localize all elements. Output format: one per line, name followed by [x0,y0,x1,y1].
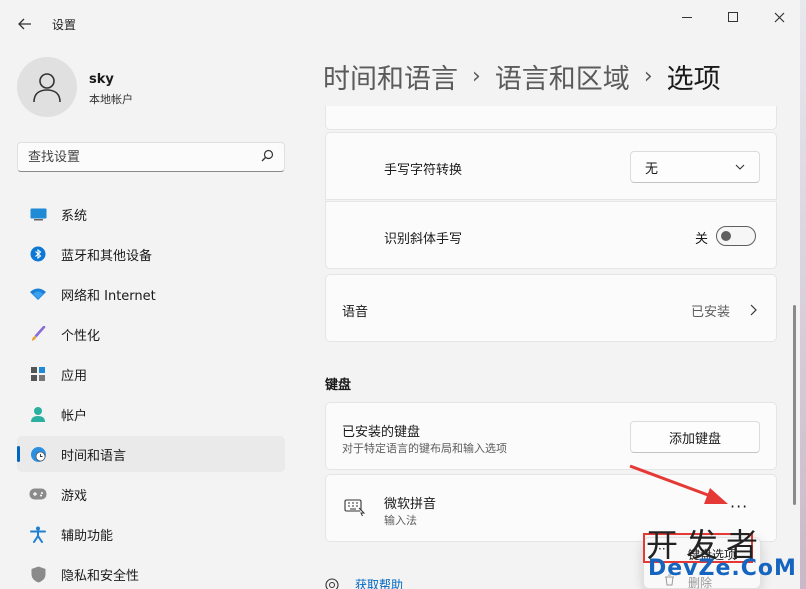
account-type: 本地帐户 [89,93,133,106]
sidebar-item-personalization[interactable]: 个性化 [17,316,285,352]
handwriting-convert-label: 手写字符转换 [384,163,463,178]
breadcrumb-separator: › [643,63,653,89]
handwriting-convert-card: 手写字符转换 无 [325,132,777,200]
speech-card[interactable]: 语音 已安装 [325,274,777,342]
bluetooth-icon [29,245,47,263]
handwriting-convert-dropdown[interactable]: 无 [630,151,760,183]
page-title: 选项 [666,63,721,95]
chevron-right-icon [750,304,757,316]
monitor-icon [29,205,47,223]
sidebar-item-bluetooth[interactable]: 蓝牙和其他设备 [17,236,285,272]
globe-clock-icon [29,445,47,463]
installed-keyboards-title: 已安装的键盘 [342,425,421,440]
user-name: sky [89,72,114,87]
minimize-icon [682,16,692,18]
help-icon [325,577,339,589]
content-area: 手写字符转换 无 识别斜体手写 关 语音 已安装 键盘 已安装的键盘 对于特定语… [325,106,777,589]
toggle-state-label: 关 [695,232,709,247]
sidebar-item-label: 辅助功能 [61,528,114,544]
add-keyboard-button[interactable]: 添加键盘 [630,421,760,453]
ime-name: 微软拼音 [384,497,437,512]
get-help-link[interactable]: 获取帮助 [325,576,403,589]
search-box[interactable] [17,142,285,172]
sidebar-item-label: 隐私和安全性 [61,568,140,584]
sidebar-item-accessibility[interactable]: 辅助功能 [17,516,285,552]
sidebar-item-accounts[interactable]: 帐户 [17,396,285,432]
arrow-left-icon [18,18,31,30]
sidebar-item-label: 帐户 [61,408,88,424]
back-button[interactable] [12,12,38,36]
sidebar-nav: 系统 蓝牙和其他设备 网络和 Internet 个性化 应用 帐户 时间和语言 … [17,196,285,589]
keyboard-section-title: 键盘 [325,378,352,393]
person-icon [29,405,47,423]
sidebar-item-label: 网络和 Internet [61,288,156,304]
brush-icon [29,325,47,343]
accessibility-icon [29,525,47,543]
shield-icon [29,565,47,583]
apps-icon [29,365,47,383]
sidebar-item-label: 个性化 [61,328,101,344]
title-bar: 设置 [0,0,806,46]
maximize-button[interactable] [710,6,756,28]
sidebar-item-network[interactable]: 网络和 Internet [17,276,285,312]
keyboard-icon [344,499,366,521]
gamepad-icon [29,485,47,503]
breadcrumb-separator: › [472,63,481,89]
ime-type: 输入法 [384,514,417,527]
sidebar-item-label: 时间和语言 [61,448,127,464]
dropdown-value: 无 [645,161,659,177]
sidebar-item-label: 游戏 [61,488,88,504]
person-icon [33,73,61,103]
search-input[interactable] [28,149,261,165]
wifi-icon [29,285,47,303]
chevron-down-icon [735,164,745,170]
speech-status: 已安装 [691,305,731,320]
desktop-edge [800,0,806,589]
scrollbar[interactable] [793,305,796,505]
annotation-arrow [629,464,728,504]
speech-label: 语音 [342,305,369,320]
sidebar-item-label: 系统 [61,208,88,224]
breadcrumb-time-language[interactable]: 时间和语言 [323,57,458,96]
card-partial-top [325,106,777,130]
watermark-bottom: DevZe.CoM [648,556,797,581]
breadcrumb-language-region[interactable]: 语言和区域 [495,57,630,96]
sidebar-item-label: 蓝牙和其他设备 [61,248,153,264]
get-help-label: 获取帮助 [355,578,404,589]
app-title: 设置 [52,18,77,32]
installed-keyboards-desc: 对于特定语言的键布局和输入选项 [342,442,507,455]
sidebar-item-label: 应用 [61,368,88,384]
sidebar-item-privacy[interactable]: 隐私和安全性 [17,556,285,589]
sidebar-item-time-language[interactable]: 时间和语言 [17,436,285,472]
breadcrumb: 时间和语言 › 语言和区域 › 选项 [323,54,721,98]
maximize-icon [728,12,738,22]
close-button[interactable] [756,6,802,28]
italic-handwriting-toggle[interactable] [716,226,756,246]
avatar[interactable] [17,57,77,117]
italic-handwriting-card: 识别斜体手写 关 [325,201,777,269]
minimize-button[interactable] [664,6,710,28]
close-icon [774,12,784,22]
sidebar-item-system[interactable]: 系统 [17,196,285,232]
sidebar-item-gaming[interactable]: 游戏 [17,476,285,512]
sidebar-item-apps[interactable]: 应用 [17,356,285,392]
italic-handwriting-label: 识别斜体手写 [384,232,463,247]
search-icon[interactable] [261,149,274,166]
watermark: 开发者 DevZe.CoM [646,520,806,589]
